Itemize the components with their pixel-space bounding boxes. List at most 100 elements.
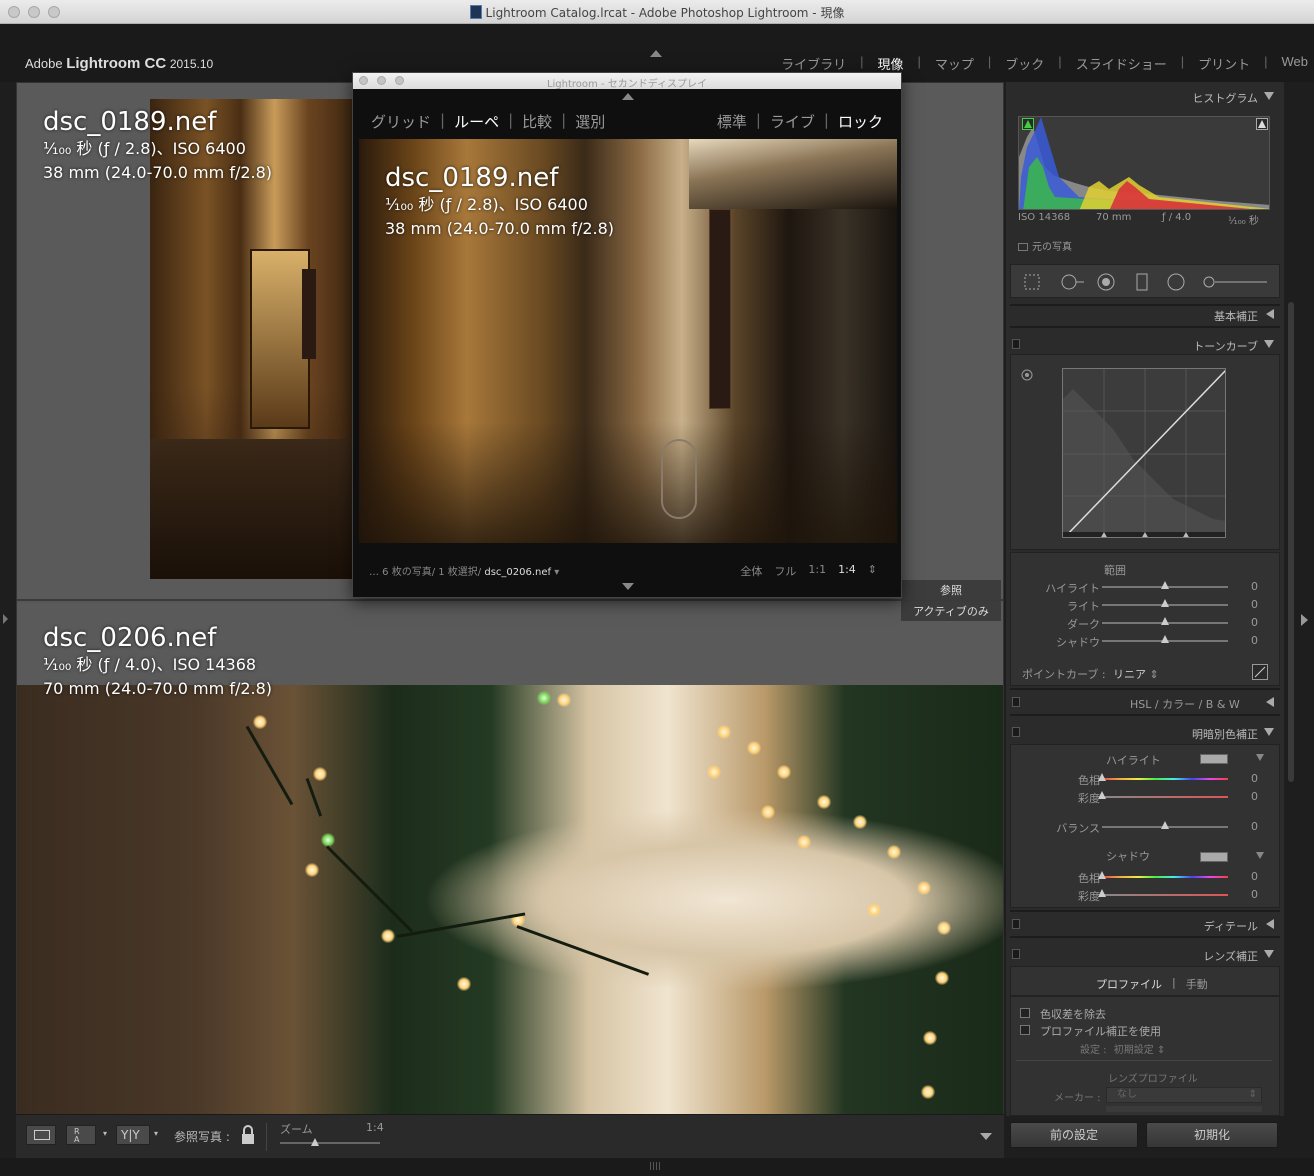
before-after-button[interactable]: RA [66,1125,96,1145]
secondary-collapse-top-icon[interactable] [622,93,634,100]
loupe-view-button[interactable] [26,1125,56,1145]
scrollbar-thumb[interactable] [1288,302,1294,782]
module-3[interactable]: ブック [1003,54,1046,73]
shadow-swatch-menu-icon[interactable] [1256,852,1264,859]
reset-button[interactable]: 初期化 [1146,1122,1278,1148]
tone-slider-0-knob[interactable] [1161,581,1169,589]
module-5[interactable]: プリント [1196,54,1252,73]
bottom-toolbar: RA ▾ Y|Y ▾ 参照写真 : ズーム 1:4 [16,1114,1004,1158]
highlight-slider-1-track[interactable] [1102,796,1228,798]
panel-switch[interactable] [1012,339,1020,349]
secondary-display-window[interactable]: Lightroom - セカンドディスプレイ グリッド | ルーペ | 比較 | 選別 標準… [352,72,902,598]
resize-grip-icon[interactable] [650,1162,662,1170]
target-adjustment-icon[interactable] [1020,368,1034,382]
before-after-menu-icon[interactable]: ▾ [103,1129,107,1138]
highlight-slider-0-knob[interactable] [1098,773,1106,781]
lock-icon[interactable] [240,1125,256,1145]
secondary-zoom-1[interactable]: フル [768,563,802,579]
secondary-view-mode-2[interactable]: 比較 [522,111,552,132]
spot-removal-icon[interactable] [1059,273,1085,291]
tone-curve-header[interactable]: トーンカーブ [1006,334,1284,354]
lens-tab-0[interactable]: プロファイル [1086,976,1172,992]
lens-corrections-header[interactable]: レンズ補正 [1006,944,1284,964]
panel-switch[interactable] [1012,727,1020,737]
panel-switch[interactable] [1012,697,1020,707]
tone-slider-2-knob[interactable] [1161,617,1169,625]
lens-tab-1[interactable]: 手動 [1176,976,1218,992]
point-curve-selector[interactable]: ポイントカーブ : リニア ⇕ [1022,666,1159,682]
swap-menu-icon[interactable]: ▾ [154,1129,158,1138]
highlight-swatch-menu-icon[interactable] [1256,754,1264,761]
secondary-view-mode-0[interactable]: グリッド [371,111,431,132]
module-1[interactable]: 現像 [875,54,905,73]
secondary-zoom-2[interactable]: 1:1 [802,563,832,579]
highlight-color-swatch[interactable] [1200,754,1228,764]
balance-slider-label: バランス [1056,822,1100,835]
up-down-arrows-icon[interactable]: ⇕ [862,563,883,579]
hsl-tab-1[interactable]: カラー [1162,698,1195,711]
model-select-partial[interactable] [1106,1106,1262,1112]
secondary-loupe-mode-1[interactable]: ライブ [770,111,815,132]
basic-panel-header[interactable]: 基本補正 [1006,304,1284,324]
module-6[interactable]: Web [1280,54,1311,73]
tone-curve-graph[interactable] [1062,368,1226,538]
tone-slider-3-knob[interactable] [1161,635,1169,643]
secondary-zoom-0[interactable]: 全体 [734,563,768,579]
zoom-slider-knob[interactable] [311,1138,319,1146]
profile-correction-checkbox[interactable] [1020,1025,1030,1035]
secondary-collapse-bottom-icon[interactable] [622,583,634,590]
shadow-slider-0-track[interactable] [1102,876,1228,878]
panel-switch[interactable] [1012,919,1020,929]
split-toning-header[interactable]: 明暗別色補正 [1006,722,1284,742]
expand-left-panel-icon[interactable] [3,614,8,624]
swap-button[interactable]: Y|Y [116,1125,150,1145]
hsl-tab-0[interactable]: HSL [1130,698,1151,711]
module-0[interactable]: ライブラリ [779,54,848,73]
module-4[interactable]: スライドショー [1074,54,1169,73]
secondary-zoom-3[interactable]: 1:4 [832,563,862,579]
shadow-clipping-toggle[interactable] [1022,118,1034,130]
shadow-slider-1-track[interactable] [1102,894,1228,896]
edit-point-curve-icon[interactable] [1252,664,1268,680]
radial-filter-icon[interactable] [1167,273,1185,291]
adjustment-brush-icon[interactable] [1203,273,1269,291]
right-panel-scrollbar[interactable] [1286,82,1296,1116]
balance-slider-knob[interactable] [1161,821,1169,829]
secondary-filmstrip-source[interactable]: … 6 枚の写真/ 1 枚選択/ dsc_0206.nef ▾ [369,563,559,578]
remove-ca-checkbox[interactable] [1020,1008,1030,1018]
secondary-view-mode-separator: | [508,111,514,129]
crop-overlay-icon[interactable] [1023,273,1041,291]
secondary-view-mode-1[interactable]: ルーペ [454,111,499,132]
red-eye-icon[interactable] [1097,273,1115,291]
highlight-slider-1-knob[interactable] [1098,791,1106,799]
maker-select[interactable]: なし ⇕ [1106,1087,1262,1103]
highlight-clipping-toggle[interactable] [1256,118,1268,130]
active-pane[interactable]: dsc_0206.nef ¹⁄₁₀₀ 秒 (ƒ / 4.0)、ISO 14368… [17,603,1003,1115]
previous-settings-button[interactable]: 前の設定 [1010,1122,1138,1148]
secondary-loupe-mode-2[interactable]: ロック [838,111,883,132]
original-photo-toggle[interactable]: 元の写真 [1018,238,1072,253]
highlight-slider-0-track[interactable] [1102,778,1228,780]
collapse-right-panel-icon[interactable] [1301,614,1308,626]
histogram-header[interactable]: ヒストグラム [1006,86,1284,106]
zoom-slider-track[interactable] [280,1142,380,1144]
secondary-loupe-mode-0[interactable]: 標準 [717,111,747,132]
shadow-color-swatch[interactable] [1200,852,1228,862]
tone-slider-1-knob[interactable] [1161,599,1169,607]
toolbar-menu-icon[interactable] [980,1133,992,1140]
module-2[interactable]: マップ [933,54,976,73]
shadow-slider-0-knob[interactable] [1098,871,1106,879]
detail-panel-header[interactable]: ディテール [1006,914,1284,934]
secondary-view-mode-3[interactable]: 選別 [575,111,605,132]
light-wire [396,912,526,938]
secondary-view-mode-separator: | [440,111,446,129]
panel-switch[interactable] [1012,949,1020,959]
secondary-view-mode-separator: | [561,111,567,129]
graduated-filter-icon[interactable] [1133,273,1151,291]
lens-setup-selector[interactable]: 設定 : 初期設定 ⇕ [1080,1041,1165,1056]
shadow-slider-1-knob[interactable] [1098,889,1106,897]
panel-divider [1010,688,1280,690]
histogram[interactable] [1018,116,1270,210]
collapse-top-panel-icon[interactable] [650,50,662,57]
hsl-tab-2[interactable]: B & W [1206,698,1240,711]
